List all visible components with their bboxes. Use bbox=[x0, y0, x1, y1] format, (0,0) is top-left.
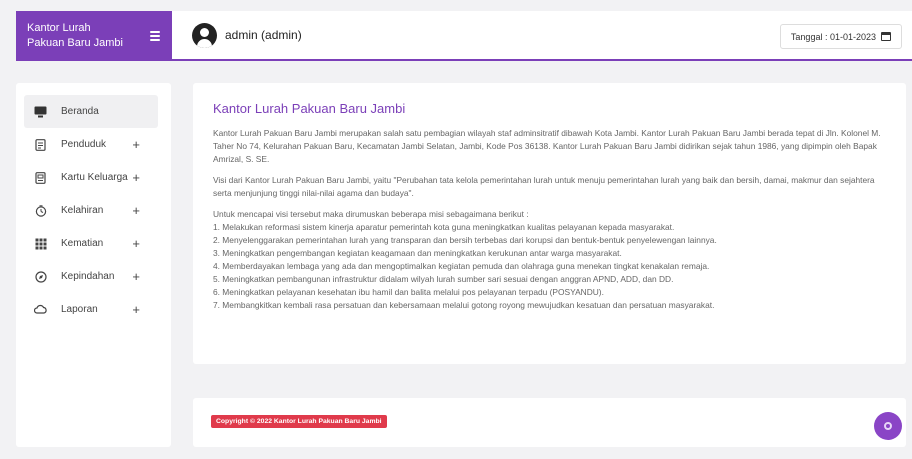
expand-plus-icon[interactable]: + bbox=[132, 302, 140, 317]
grid-icon bbox=[34, 238, 47, 250]
sidebar-item-kelahiran[interactable]: Kelahiran + bbox=[24, 194, 158, 227]
sidebar: Beranda Penduduk + Kartu Keluarga + Kela… bbox=[16, 83, 171, 447]
expand-plus-icon[interactable]: + bbox=[132, 269, 140, 284]
sidebar-item-kematian[interactable]: Kematian + bbox=[24, 227, 158, 260]
top-strip bbox=[0, 0, 912, 11]
user-avatar-icon[interactable] bbox=[192, 22, 217, 48]
settings-icon bbox=[884, 422, 892, 430]
date-text: Tanggal : 01-01-2023 bbox=[790, 31, 876, 42]
sidebar-item-label: Beranda bbox=[61, 106, 99, 117]
mission-item: 7. Membangkitkan kembali rasa persatuan … bbox=[213, 300, 715, 310]
sidebar-item-kartu-keluarga[interactable]: Kartu Keluarga + bbox=[24, 161, 158, 194]
mission-item: 4. Memberdayakan lembaga yang ada dan me… bbox=[213, 261, 710, 271]
sidebar-item-label: Laporan bbox=[61, 304, 98, 315]
sidebar-item-beranda[interactable]: Beranda bbox=[24, 95, 158, 128]
calendar-icon bbox=[881, 32, 891, 41]
cloud-icon bbox=[34, 304, 47, 316]
document-icon bbox=[34, 138, 47, 151]
copyright-badge: Copyright © 2022 Kantor Lurah Pakuan Bar… bbox=[211, 415, 387, 428]
sidebar-item-label: Kepindahan bbox=[61, 271, 115, 282]
brand-title-line1: Kantor Lurah bbox=[27, 22, 91, 34]
expand-plus-icon[interactable]: + bbox=[132, 170, 140, 185]
sidebar-item-laporan[interactable]: Laporan + bbox=[24, 293, 158, 326]
sidebar-item-label: Kematian bbox=[61, 238, 104, 249]
main-content-card: Kantor Lurah Pakuan Baru Jambi Kantor Lu… bbox=[193, 83, 906, 364]
sidebar-item-kepindahan[interactable]: Kepindahan + bbox=[24, 260, 158, 293]
vision-paragraph: Visi dari Kantor Lurah Pakuan Baru Jambi… bbox=[213, 175, 875, 198]
date-display: Tanggal : 01-01-2023 bbox=[779, 24, 902, 49]
compass-icon bbox=[34, 270, 47, 283]
mission-item: 5. Meningkatkan pembangunan infrastruktu… bbox=[213, 274, 674, 284]
expand-plus-icon[interactable]: + bbox=[132, 236, 140, 251]
mission-intro: Untuk mencapai visi tersebut maka dirumu… bbox=[213, 209, 529, 219]
monitor-icon bbox=[34, 106, 47, 118]
footer: Copyright © 2022 Kantor Lurah Pakuan Bar… bbox=[193, 398, 906, 447]
page-title: Kantor Lurah Pakuan Baru Jambi bbox=[213, 101, 406, 116]
brand-title-line2: Pakuan Baru Jambi bbox=[27, 37, 123, 49]
sidebar-item-label: Kartu Keluarga bbox=[61, 172, 128, 183]
card-icon bbox=[34, 171, 47, 184]
brand-title: Kantor Lurah Pakuan Baru Jambi bbox=[27, 21, 123, 51]
sidebar-item-label: Penduduk bbox=[61, 139, 107, 150]
top-header: admin (admin) Tanggal : 01-01-2023 bbox=[172, 11, 912, 61]
settings-fab-button[interactable] bbox=[874, 412, 902, 440]
sidebar-item-label: Kelahiran bbox=[61, 205, 104, 216]
intro-paragraph: Kantor Lurah Pakuan Baru Jambi merupakan… bbox=[213, 128, 881, 164]
expand-plus-icon[interactable]: + bbox=[132, 137, 140, 152]
expand-plus-icon[interactable]: + bbox=[132, 203, 140, 218]
user-name[interactable]: admin (admin) bbox=[225, 28, 302, 42]
mission-item: 2. Menyelenggarakan pemerintahan lurah y… bbox=[213, 235, 717, 245]
menu-toggle-icon[interactable] bbox=[150, 31, 160, 41]
clock-icon bbox=[34, 204, 47, 217]
brand-block: Kantor Lurah Pakuan Baru Jambi bbox=[16, 11, 172, 61]
sidebar-item-penduduk[interactable]: Penduduk + bbox=[24, 128, 158, 161]
mission-item: 1. Melakukan reformasi sistem kinerja ap… bbox=[213, 222, 675, 232]
mission-item: 3. Meningkatkan pengembangan kegiatan ke… bbox=[213, 248, 622, 258]
mission-item: 6. Meningkatkan pelayanan kesehatan ibu … bbox=[213, 287, 604, 297]
